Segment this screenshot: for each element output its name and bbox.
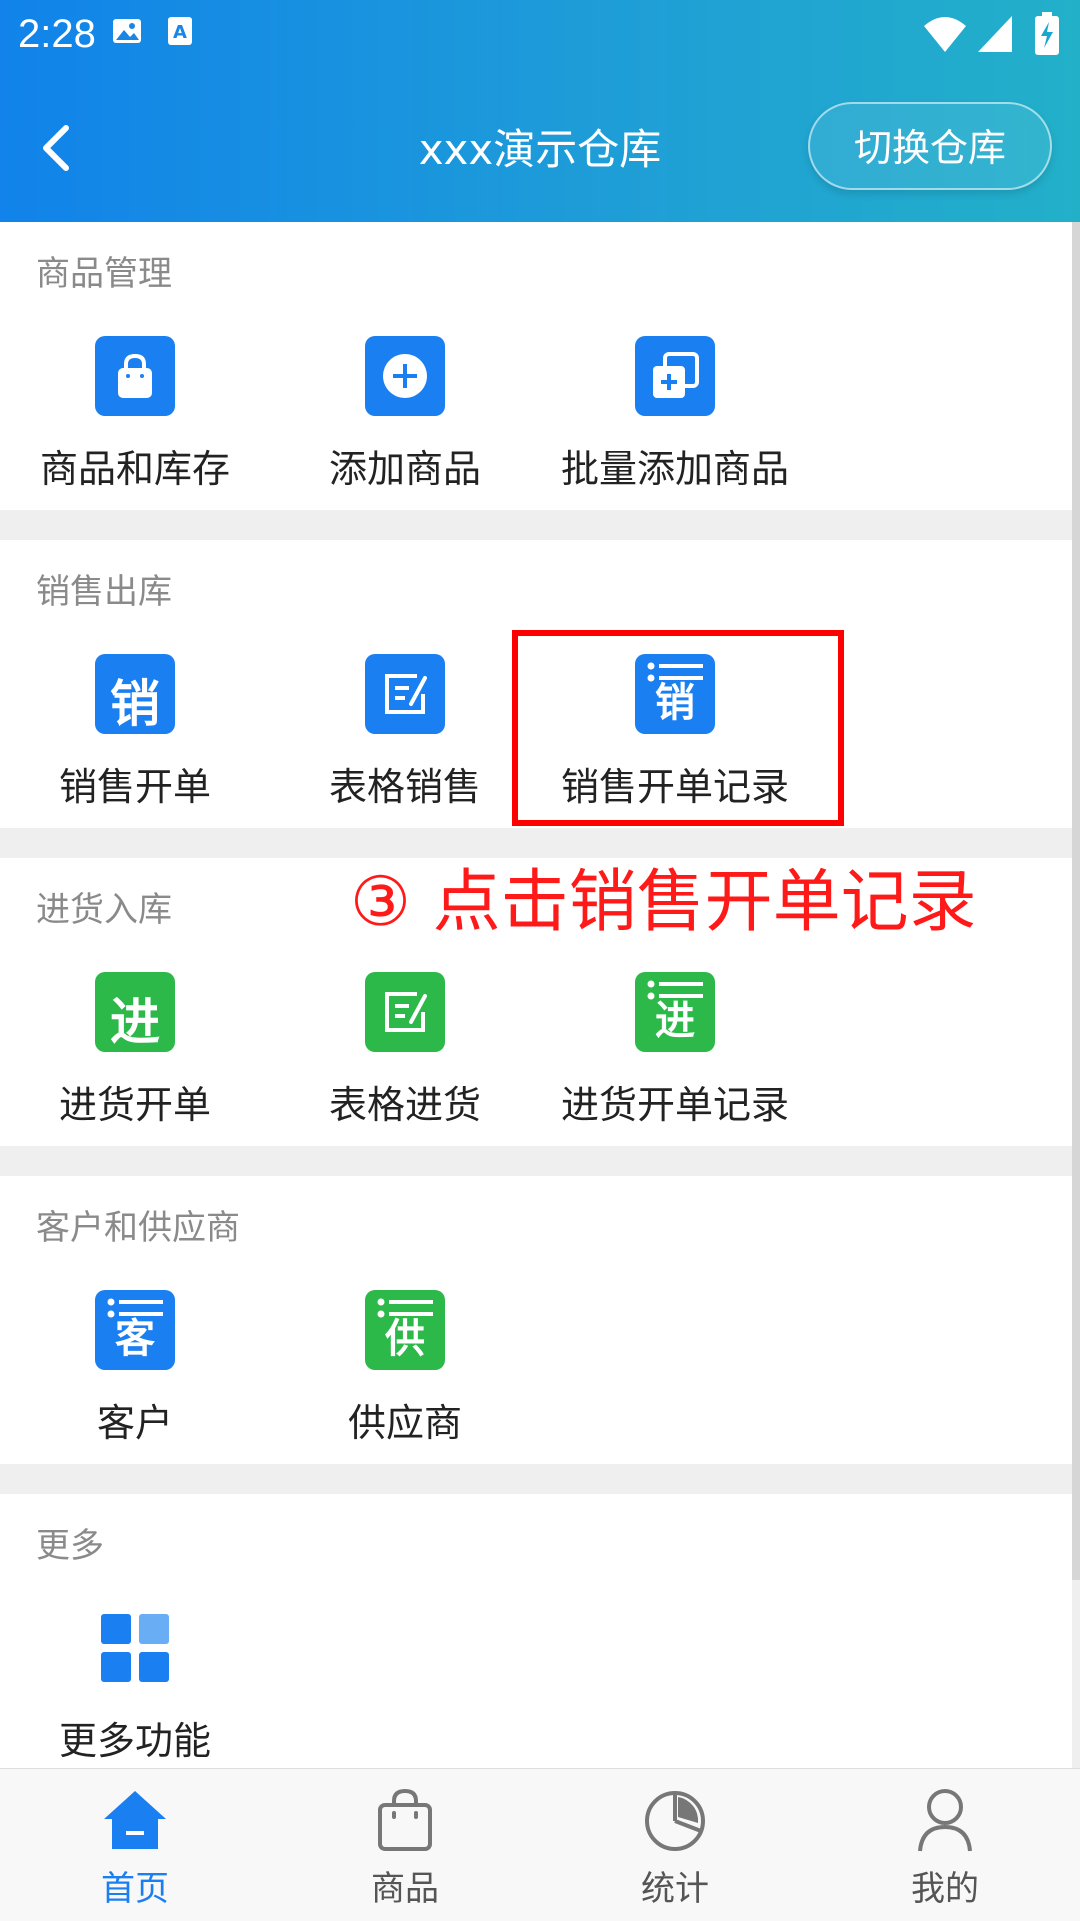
section-title: 销售出库 [36,572,172,612]
batch-add-icon [635,336,715,416]
tab-mine[interactable]: 我的 [810,1787,1080,1910]
status-bar: 2:28 A [0,0,1080,74]
item-label: 进货开单 [58,1083,211,1127]
tab-label: 商品 [371,1869,439,1909]
item-label: 表格进货 [328,1083,481,1127]
annotation-text: ③ 点击销售开单记录 [350,863,977,942]
sales-char-icon: 销 [95,654,175,734]
tab-goods[interactable]: 商品 [270,1787,540,1910]
tab-label: 我的 [911,1869,979,1909]
edit-form-icon [365,972,445,1052]
tab-label: 统计 [641,1869,709,1909]
table-purchase-item[interactable]: 表格进货 [270,972,540,1129]
status-time: 2:28 [18,12,96,56]
shopping-bag-icon [378,1788,432,1851]
battery-icon [1035,12,1059,55]
signal-icon [978,16,1012,52]
item-label: 更多功能 [58,1719,211,1763]
bottom-tab-bar: 首页 商品 统计 我的 [0,1768,1080,1921]
icon-char: 供 [385,1316,425,1362]
grid-apps-icon [95,1608,175,1688]
edit-form-icon [365,654,445,734]
customers-item[interactable]: 客 客户 [0,1290,270,1447]
purchase-records-icon: 进 [635,972,715,1052]
item-label: 批量添加商品 [560,447,789,491]
tab-statistics[interactable]: 统计 [540,1787,810,1910]
customer-icon: 客 [95,1290,175,1370]
icon-char: 客 [115,1316,155,1362]
section-title: 商品管理 [36,254,172,294]
section-title: 更多 [36,1526,104,1566]
tab-home[interactable]: 首页 [0,1787,270,1910]
supplier-icon: 供 [365,1290,445,1370]
section-contacts: 客户和供应商 客 客户 供 供应商 [0,1176,1072,1464]
icon-char: 进 [655,998,695,1044]
batch-add-goods-item[interactable]: 批量添加商品 [540,336,810,493]
app-header: 2:28 A xxx演示仓库 切换仓库 [0,0,1080,222]
more-functions-item[interactable]: 更多功能 [0,1608,270,1765]
shopping-bag-icon [95,336,175,416]
switch-warehouse-button[interactable]: 切换仓库 [808,102,1052,190]
add-goods-item[interactable]: 添加商品 [270,336,540,493]
section-goods: 商品管理 商品和库存 添加商品 批量添加商品 [0,222,1072,510]
home-icon [104,1791,166,1849]
icon-char: 销 [110,675,160,733]
image-notification-icon [113,19,141,43]
icon-char: 进 [110,993,160,1051]
tab-label: 首页 [101,1869,169,1909]
item-label: 商品和库存 [39,447,230,491]
item-label: 进货开单记录 [560,1083,789,1127]
sales-order-item[interactable]: 销 销售开单 [0,654,270,811]
item-label: 客户 [96,1401,173,1445]
item-label: 供应商 [347,1401,462,1445]
user-icon [918,1789,972,1852]
purchase-order-item[interactable]: 进 进货开单 [0,972,270,1129]
purchase-char-icon: 进 [95,972,175,1052]
section-more: 更多 更多功能 [0,1494,1072,1768]
item-label: 销售开单 [58,765,211,809]
wifi-icon [924,17,966,52]
section-title: 进货入库 [36,890,172,930]
translate-notification-icon: A [168,17,192,45]
section-title: 客户和供应商 [36,1208,240,1248]
item-label: 添加商品 [328,447,481,491]
scrollbar[interactable] [1072,222,1080,1580]
plus-circle-icon [365,336,445,416]
pie-chart-icon [645,1791,705,1851]
table-sales-item[interactable]: 表格销售 [270,654,540,811]
highlight-box [512,630,844,826]
purchase-order-records-item[interactable]: 进 进货开单记录 [540,972,810,1129]
item-label: 表格销售 [328,765,481,809]
svg-text:A: A [173,22,187,43]
goods-and-stock-item[interactable]: 商品和库存 [0,336,270,493]
suppliers-item[interactable]: 供 供应商 [270,1290,540,1447]
